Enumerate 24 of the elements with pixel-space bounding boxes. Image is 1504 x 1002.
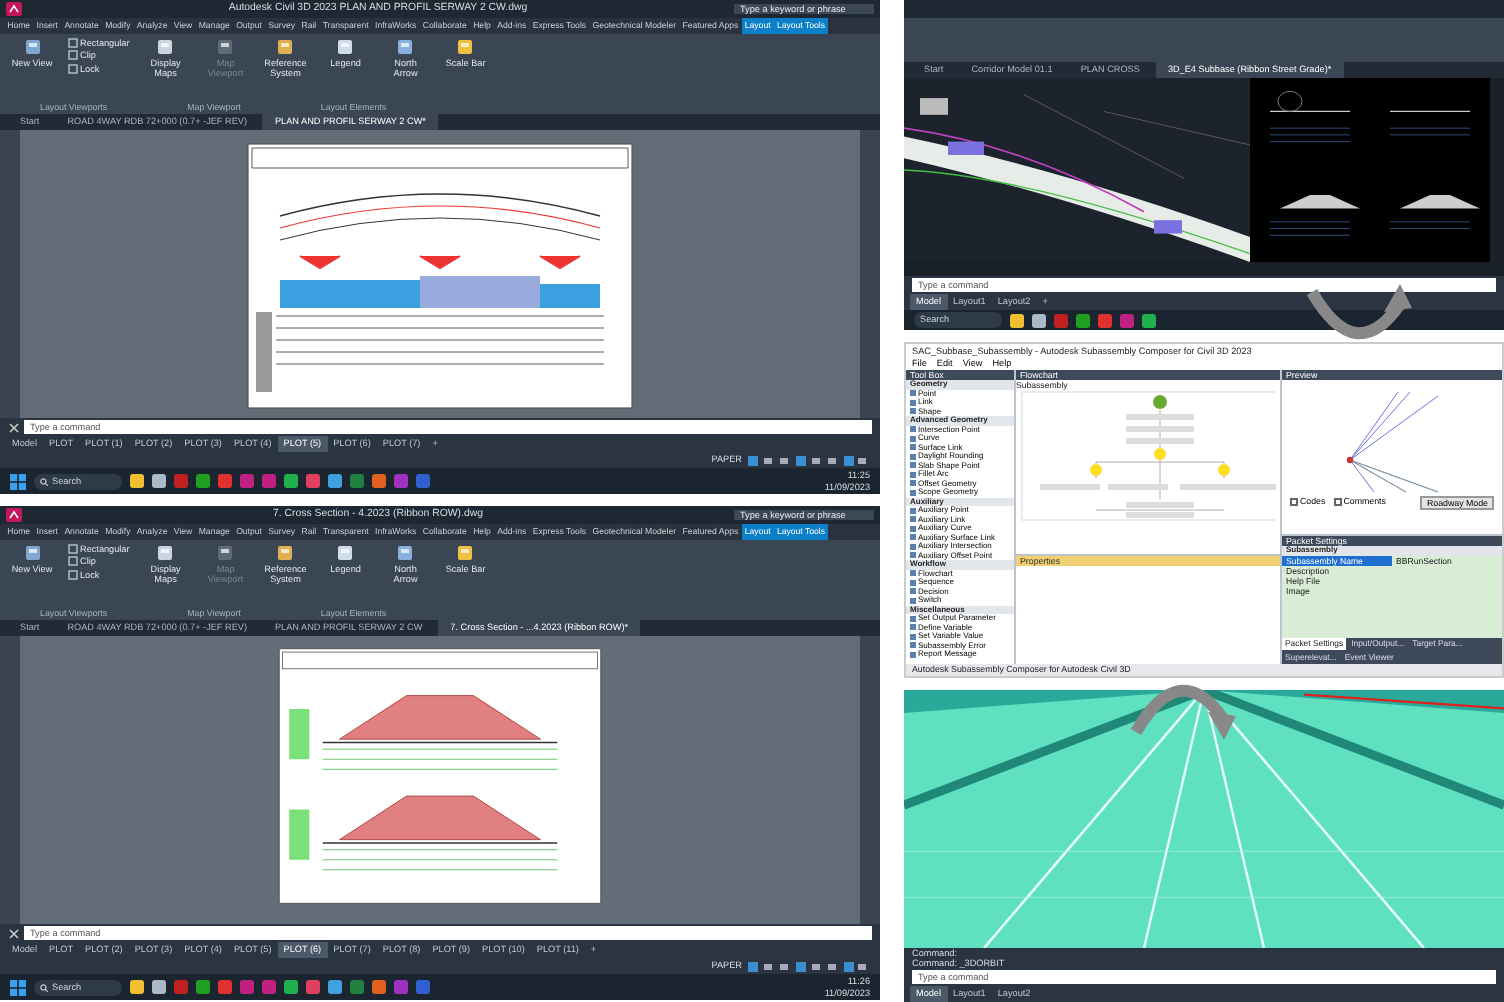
status-icons-drawing [748,961,868,971]
document-icon [276,544,295,562]
document-icon [336,38,355,56]
search-icon [40,477,48,485]
document-icon [396,38,415,56]
document-icon [156,38,175,56]
close-icon [8,927,20,939]
start-icon [10,979,26,995]
search-icon [40,983,48,991]
document-icon [156,544,175,562]
app-logo-icon [6,2,22,16]
document-icon [456,38,475,56]
status-icons-drawing [748,455,868,465]
app-logo-icon [6,508,22,522]
document-icon [216,38,235,56]
close-icon [8,421,20,433]
document-icon [336,544,355,562]
start-icon [10,473,26,489]
document-icon [216,544,235,562]
document-icon [276,38,295,56]
viewport-icon [23,38,41,56]
document-icon [456,544,475,562]
viewport-icon [23,544,41,562]
document-icon [396,544,415,562]
